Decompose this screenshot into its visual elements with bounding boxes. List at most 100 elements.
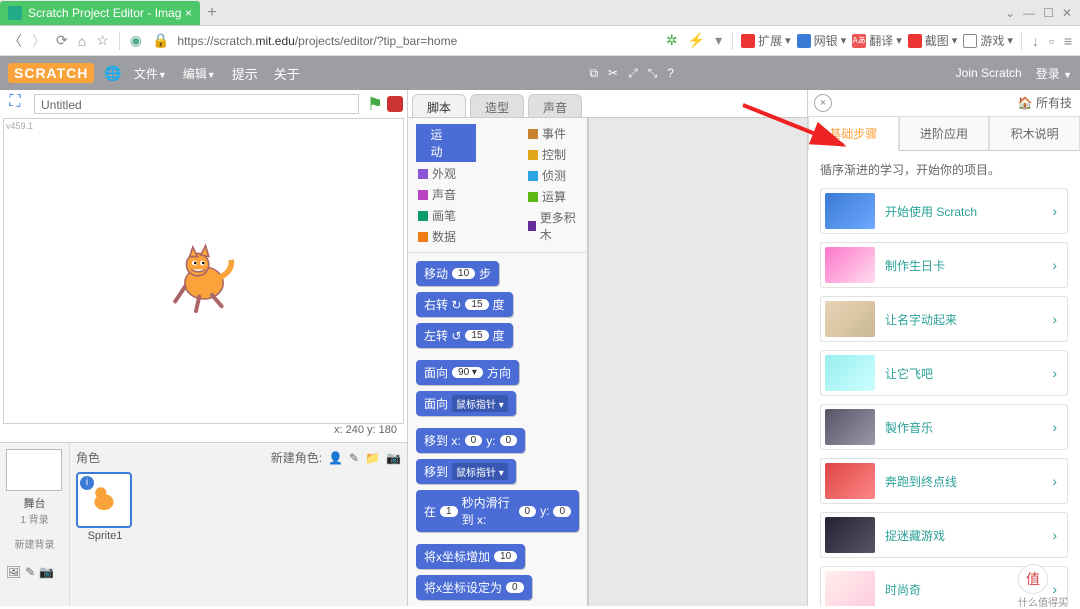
window-dropdown-icon[interactable]: ⌄ — [1005, 6, 1015, 20]
sprites-label: 角色 — [76, 449, 100, 466]
tips-tab-basic[interactable]: 基础步骤 — [808, 116, 899, 151]
download-icon[interactable]: ↓ — [1030, 33, 1041, 49]
cat-looks[interactable]: 外观 — [416, 164, 476, 183]
cat-sensing[interactable]: 侦测 — [526, 166, 579, 185]
scratch-logo[interactable]: SCRATCH — [8, 63, 94, 83]
compass-icon[interactable]: ◉ — [128, 32, 144, 49]
cat-pen[interactable]: 画笔 — [416, 206, 476, 225]
tip-card-music[interactable]: 製作音乐› — [820, 404, 1068, 450]
block-list: 移动10步 右转 ↻15度 左转 ↺15度 面向90 ▾方向 面向鼠标指针 ▾ … — [408, 253, 587, 606]
tab-sounds[interactable]: 声音 — [528, 94, 582, 117]
cat-control[interactable]: 控制 — [526, 145, 579, 164]
tip-card-race[interactable]: 奔跑到终点线› — [820, 458, 1068, 504]
stage[interactable]: v459.1 — [3, 118, 404, 424]
menu-file[interactable]: 文件▼ — [126, 65, 175, 82]
tips-subtitle: 循序渐进的学习，开始你的项目。 — [820, 161, 1068, 178]
menu-tips[interactable]: 提示 — [224, 64, 266, 83]
home-button[interactable]: ⌂ — [76, 33, 88, 49]
paint-backdrop-icon[interactable]: ✎ — [25, 565, 35, 579]
sprite-info-icon[interactable]: i — [80, 476, 94, 490]
language-icon[interactable]: 🌐 — [104, 65, 121, 82]
grow-icon[interactable]: ⤢ — [628, 66, 638, 81]
duplicate-icon[interactable]: ⧉ — [589, 66, 598, 81]
ext-translate[interactable]: Aあ翻译▾ — [852, 32, 902, 49]
project-title-input[interactable]: Untitled — [34, 94, 359, 114]
close-tab-icon[interactable]: × — [185, 6, 192, 20]
join-scratch[interactable]: Join Scratch — [956, 66, 1022, 80]
block-glide[interactable]: 在1秒内滑行到 x:0y:0 — [416, 490, 579, 532]
menu-about[interactable]: 关于 — [266, 64, 308, 83]
forward-button[interactable]: 〉 — [30, 31, 48, 51]
sprite-cat[interactable] — [164, 239, 244, 319]
tab-costumes[interactable]: 造型 — [470, 94, 524, 117]
cat-sound[interactable]: 声音 — [416, 185, 476, 204]
tip-card-birthday[interactable]: 制作生日卡› — [820, 242, 1068, 288]
block-goto-xy[interactable]: 移到 x:0y:0 — [416, 428, 525, 453]
reload-button[interactable]: ⟳ — [54, 32, 70, 49]
dropdown-icon[interactable]: ▾ — [713, 32, 724, 49]
block-move-steps[interactable]: 移动10步 — [416, 261, 499, 286]
window-maximize-icon[interactable]: ☐ — [1043, 6, 1054, 20]
stage-tools: ⧉ ✂ ⤢ ⤡ ? — [589, 66, 674, 81]
upload-sprite-icon[interactable]: 📁 — [365, 451, 380, 465]
tab-title: Scratch Project Editor - Imag — [28, 6, 181, 20]
sprite-name: Sprite1 — [76, 530, 134, 542]
sprite-item-sprite1[interactable]: i Sprite1 — [76, 472, 134, 542]
window-minimize-icon[interactable]: — — [1023, 6, 1035, 20]
choose-backdrop-icon[interactable]: 🖼 — [6, 565, 21, 579]
camera-backdrop-icon[interactable]: 📷 — [39, 565, 54, 579]
back-button[interactable]: 〈 — [6, 31, 24, 51]
green-flag-icon[interactable]: ⚑ — [367, 94, 383, 115]
help-icon[interactable]: ? — [667, 66, 674, 80]
cat-data[interactable]: 数据 — [416, 227, 476, 246]
stop-button[interactable] — [387, 96, 403, 112]
tips-tab-advanced[interactable]: 进阶应用 — [899, 116, 990, 150]
menu-icon[interactable]: ≡ — [1062, 33, 1074, 49]
menu-edit[interactable]: 编辑▼ — [175, 65, 224, 82]
stage-thumbnail[interactable] — [6, 449, 62, 491]
new-tab-button[interactable]: + — [200, 4, 224, 22]
ext-bank[interactable]: 网银▾ — [797, 32, 847, 49]
paint-sprite-icon[interactable]: ✎ — [349, 451, 359, 465]
cat-events[interactable]: 事件 — [526, 124, 579, 143]
delete-icon[interactable]: ✂ — [608, 66, 618, 80]
tip-card-start[interactable]: 开始使用 Scratch› — [820, 188, 1068, 234]
cat-operators[interactable]: 运算 — [526, 187, 579, 206]
tip-card-fly[interactable]: 让它飞吧› — [820, 350, 1068, 396]
browser-tab[interactable]: Scratch Project Editor - Imag × — [0, 1, 200, 25]
url-field[interactable]: https://scratch.mit.edu/projects/editor/… — [177, 33, 658, 48]
block-point-towards[interactable]: 面向鼠标指针 ▾ — [416, 391, 516, 416]
block-set-x[interactable]: 将x坐标设定为0 — [416, 575, 532, 600]
tips-tabs: 基础步骤 进阶应用 积木说明 — [808, 116, 1080, 151]
tab-scripts[interactable]: 脚本 — [412, 94, 466, 117]
cat-more[interactable]: 更多积木 — [526, 208, 579, 244]
stage-header: ⛶ Untitled ⚑ — [0, 90, 407, 118]
fullscreen-icon[interactable]: ⛶ — [4, 93, 26, 115]
pip-icon[interactable]: ▫ — [1047, 33, 1056, 49]
tips-tab-blocks[interactable]: 积木说明 — [989, 116, 1080, 150]
block-change-x[interactable]: 将x坐标增加10 — [416, 544, 525, 569]
camera-sprite-icon[interactable]: 📷 — [386, 451, 401, 465]
favorite-button[interactable]: ☆ — [94, 32, 111, 49]
flash-icon[interactable]: ⚡ — [686, 32, 707, 49]
ext-capture[interactable]: 截图▾ — [908, 32, 958, 49]
tip-card-name[interactable]: 让名字动起来› — [820, 296, 1068, 342]
choose-sprite-icon[interactable]: 👤 — [328, 451, 343, 465]
ext-expand[interactable]: 扩展▾ — [741, 32, 791, 49]
refresh-icon[interactable]: ✲ — [664, 32, 680, 49]
ext-game[interactable]: 游戏▾ — [963, 32, 1013, 49]
block-goto-mouse[interactable]: 移到鼠标指针 ▾ — [416, 459, 516, 484]
blocks-column: 脚本 造型 声音 运动 外观 声音 画笔 数据 事件 控制 侦测 — [408, 90, 808, 606]
login-button[interactable]: 登录 ▼ — [1036, 65, 1072, 82]
scratch-toolbar: SCRATCH 🌐 文件▼ 编辑▼ 提示 关于 ⧉ ✂ ⤢ ⤡ ? Join S… — [0, 56, 1080, 90]
close-tips-icon[interactable]: × — [814, 94, 832, 112]
tip-card-hide[interactable]: 捉迷藏游戏› — [820, 512, 1068, 558]
script-area[interactable] — [588, 118, 807, 606]
all-tips-link[interactable]: 🏠 所有技 — [1018, 94, 1072, 111]
window-close-icon[interactable]: ✕ — [1062, 6, 1072, 20]
block-point-direction[interactable]: 面向90 ▾方向 — [416, 360, 519, 385]
block-turn-right[interactable]: 右转 ↻15度 — [416, 292, 513, 317]
cat-motion[interactable]: 运动 — [416, 124, 476, 162]
block-turn-left[interactable]: 左转 ↺15度 — [416, 323, 513, 348]
shrink-icon[interactable]: ⤡ — [648, 66, 658, 81]
